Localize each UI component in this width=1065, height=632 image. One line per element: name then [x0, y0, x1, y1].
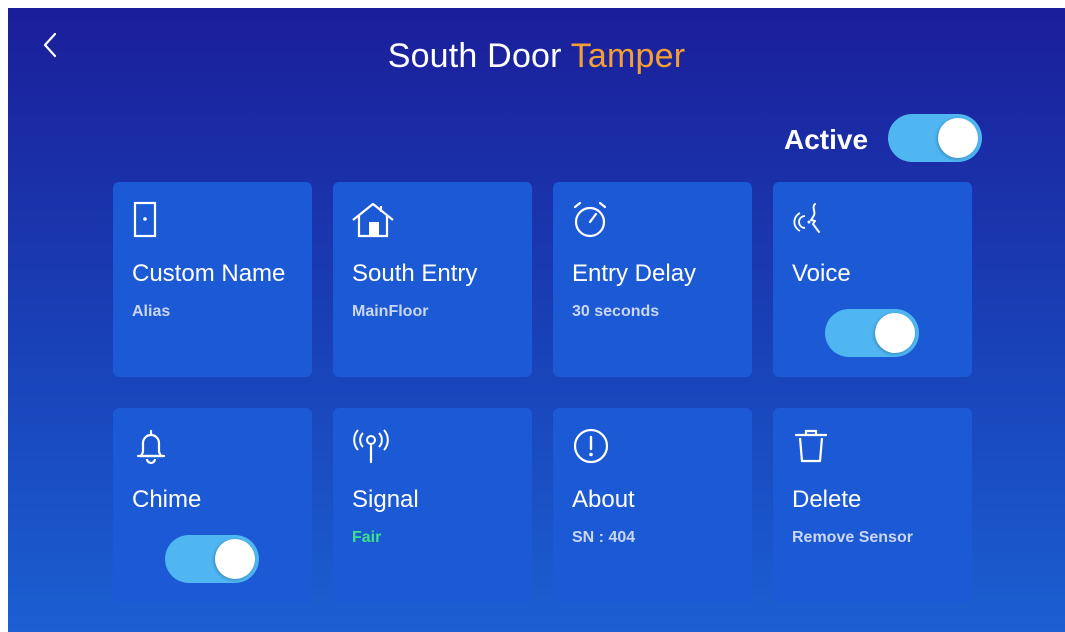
- page-title-accent: Tamper: [570, 37, 686, 75]
- toggle-knob: [215, 539, 255, 579]
- sensor-settings-screen: South Door Tamper Active Custom Name Ali…: [8, 8, 1065, 632]
- antenna-signal-icon: [351, 426, 395, 470]
- page-title: South Door Tamper: [8, 36, 1065, 76]
- card-about[interactable]: About SN : 404: [553, 408, 752, 603]
- info-exclamation-icon: [571, 426, 615, 470]
- card-label: Chime: [132, 486, 202, 513]
- card-label: Delete: [792, 486, 862, 513]
- card-delete[interactable]: Delete Remove Sensor: [773, 408, 972, 603]
- house-icon: [351, 200, 395, 244]
- door-icon: [131, 200, 175, 244]
- bell-icon: [131, 426, 175, 470]
- card-subtitle: MainFloor: [352, 303, 429, 320]
- card-subtitle: Alias: [132, 303, 171, 320]
- card-location[interactable]: South Entry MainFloor: [333, 182, 532, 377]
- card-voice[interactable]: Voice: [773, 182, 972, 377]
- trash-icon: [791, 426, 835, 470]
- active-label: Active: [784, 124, 869, 155]
- card-entry-delay[interactable]: Entry Delay 30 seconds: [553, 182, 752, 377]
- card-subtitle: Remove Sensor: [792, 529, 913, 546]
- card-label: South Entry: [352, 260, 478, 287]
- toggle-knob: [875, 313, 915, 353]
- card-label: Signal: [352, 486, 419, 513]
- page-title-main: South Door: [387, 37, 571, 75]
- card-chime[interactable]: Chime: [113, 408, 312, 603]
- active-toggle[interactable]: [888, 114, 982, 162]
- card-subtitle: SN : 404: [572, 529, 636, 546]
- card-label: Entry Delay: [572, 260, 697, 287]
- stopwatch-icon: [571, 200, 615, 244]
- card-label: About: [572, 486, 635, 513]
- chime-toggle[interactable]: [165, 535, 259, 583]
- card-custom-name[interactable]: Custom Name Alias: [113, 182, 312, 377]
- card-signal[interactable]: Signal Fair: [333, 408, 532, 603]
- card-label: Custom Name: [132, 260, 286, 287]
- card-label: Voice: [792, 260, 851, 287]
- voice-icon: [791, 200, 835, 244]
- toggle-knob: [938, 118, 978, 158]
- signal-strength-value: Fair: [352, 529, 382, 546]
- card-subtitle: 30 seconds: [572, 303, 660, 320]
- voice-toggle[interactable]: [825, 309, 919, 357]
